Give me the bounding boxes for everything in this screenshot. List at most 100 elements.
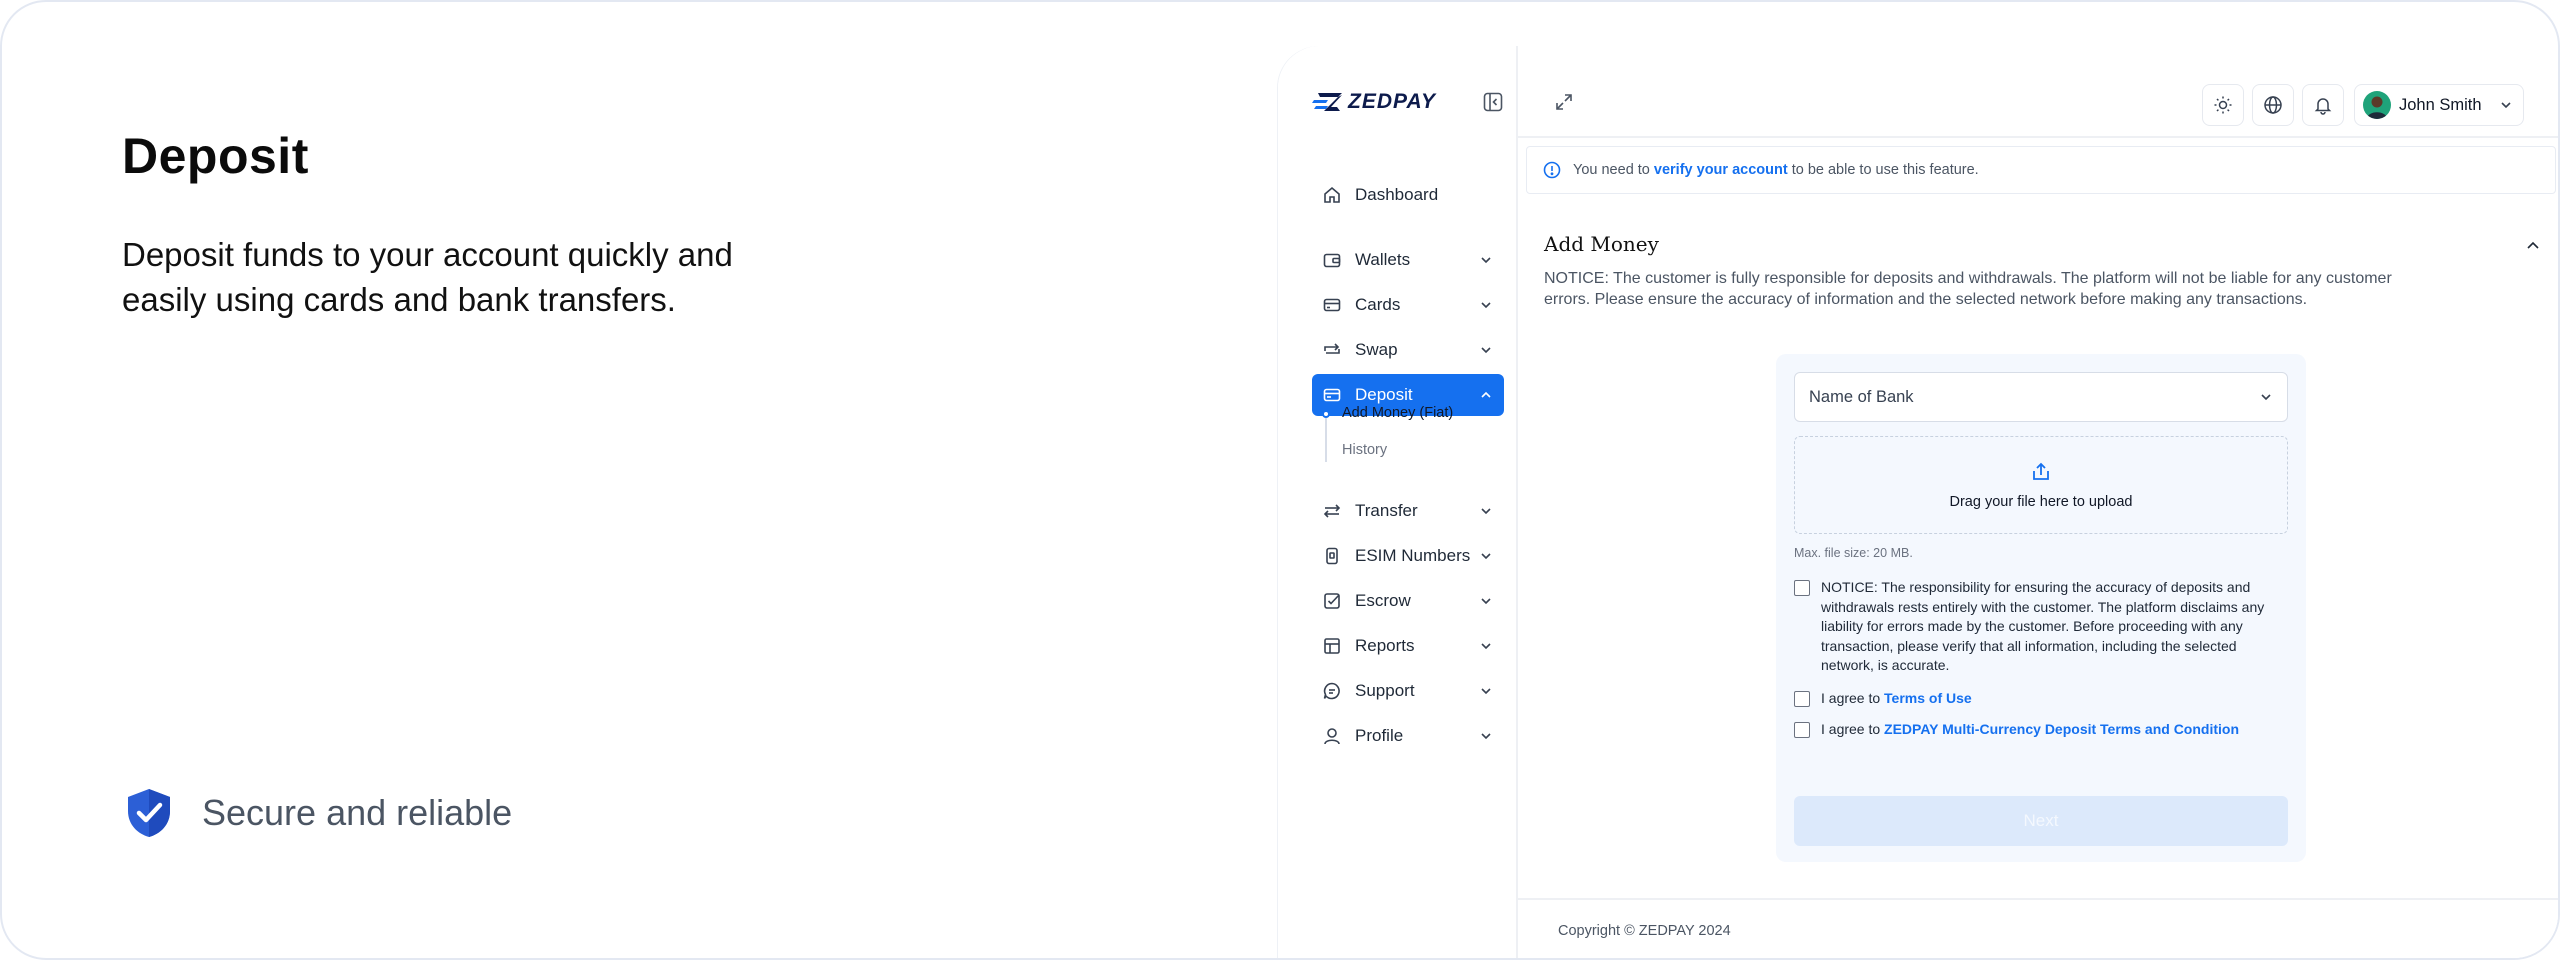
- submenu-add-money[interactable]: Add Money (Fiat): [1342, 405, 1453, 421]
- shield-check-icon: [128, 789, 170, 837]
- chevron-down-icon: [1481, 257, 1491, 264]
- deposit-terms-checkbox-label: I agree to ZEDPAY Multi-Currency Deposit…: [1821, 720, 2239, 740]
- file-dropzone[interactable]: Drag your file here to upload: [1794, 436, 2288, 534]
- sidebar-item-label: Swap: [1355, 340, 1398, 359]
- sidebar-item-escrow[interactable]: Escrow: [1312, 580, 1504, 622]
- promo-feature-label: Secure and reliable: [202, 792, 513, 833]
- logo[interactable]: ZEDPAY: [1312, 90, 1436, 114]
- chevron-down-icon: [1481, 688, 1491, 695]
- bell-icon: [2314, 98, 2332, 115]
- terms-checkbox-label: I agree to Terms of Use: [1821, 689, 1972, 709]
- theme-toggle-button[interactable]: [2202, 84, 2244, 126]
- main-content: John Smith You need to verify your accou…: [1518, 46, 2558, 958]
- promo-title: Deposit: [122, 128, 309, 184]
- submenu-line: [1325, 418, 1327, 462]
- agree-prefix: I agree to: [1821, 721, 1885, 737]
- sidebar-item-esim-numbers[interactable]: ESIM Numbers: [1312, 535, 1504, 577]
- section-title: Add Money: [1544, 232, 1659, 256]
- wallet-icon: [1323, 253, 1341, 268]
- swap-icon: [1324, 343, 1340, 354]
- footer: Copyright © ZEDPAY 2024: [1518, 898, 2558, 958]
- language-button[interactable]: [2252, 84, 2294, 126]
- terms-checkbox-row: I agree to Terms of Use: [1794, 689, 1972, 709]
- terms-checkbox[interactable]: [1794, 691, 1810, 707]
- promo-feature: Secure and reliable: [124, 787, 512, 839]
- sidebar-item-label: Deposit: [1355, 385, 1413, 404]
- verify-account-alert: You need to verify your account to be ab…: [1526, 146, 2556, 194]
- chevron-up-icon[interactable]: [2524, 237, 2542, 255]
- home-icon: [1324, 186, 1340, 203]
- deposit-terms-checkbox-row: I agree to ZEDPAY Multi-Currency Deposit…: [1794, 720, 2239, 740]
- sidebar-item-cards[interactable]: Cards: [1312, 284, 1504, 326]
- sidebar-item-label: Cards: [1355, 295, 1401, 314]
- transfer-icon: [1323, 504, 1341, 518]
- sidebar-item-label: ESIM Numbers: [1355, 546, 1471, 565]
- sidebar-item-wallets[interactable]: Wallets: [1312, 239, 1504, 281]
- escrow-icon: [1324, 593, 1340, 609]
- terms-of-use-link[interactable]: Terms of Use: [1884, 690, 1972, 706]
- sidebar-item-label: Support: [1355, 681, 1415, 700]
- user-name: John Smith: [2399, 95, 2482, 114]
- sidebar-item-dashboard[interactable]: Dashboard: [1312, 174, 1504, 216]
- chevron-down-icon: [1481, 733, 1491, 740]
- bank-select[interactable]: Name of Bank: [1794, 372, 2288, 422]
- reports-icon: [1324, 638, 1340, 654]
- sidebar-item-profile[interactable]: Profile: [1312, 715, 1504, 757]
- next-button[interactable]: Next: [1794, 796, 2288, 846]
- chevron-down-icon: [1481, 553, 1491, 560]
- add-money-form: Name of Bank Drag your file here to uplo…: [1776, 354, 2306, 862]
- globe-icon: [2264, 96, 2282, 114]
- profile-icon: [1324, 728, 1340, 745]
- upload-icon: [2033, 462, 2049, 480]
- sidebar-item-label: Profile: [1355, 726, 1404, 745]
- chevron-down-icon: [1481, 302, 1491, 309]
- verify-account-link[interactable]: verify your account: [1654, 162, 1788, 178]
- alert-suffix: to be able to use this feature.: [1787, 162, 1979, 178]
- notice-checkbox-label: NOTICE: The responsibility for ensuring …: [1821, 579, 2265, 673]
- chevron-down-icon: [2501, 102, 2511, 109]
- outer-frame: Deposit Deposit funds to your account qu…: [0, 0, 2560, 960]
- support-icon: [1323, 682, 1340, 700]
- sidebar-item-support[interactable]: Support: [1312, 670, 1504, 712]
- chevron-down-icon: [1481, 598, 1491, 605]
- sidebar-item-label: Transfer: [1355, 501, 1418, 520]
- notifications-button[interactable]: [2302, 84, 2344, 126]
- deposit-icon: [1323, 388, 1341, 402]
- expand-icon[interactable]: [1554, 92, 1574, 112]
- chevron-down-icon: [2261, 394, 2271, 401]
- submenu-active-dot: [1322, 410, 1330, 418]
- notice-checkbox-row: NOTICE: The responsibility for ensuring …: [1794, 578, 2288, 676]
- agree-prefix: I agree to: [1821, 690, 1885, 706]
- user-menu-button[interactable]: John Smith: [2354, 84, 2524, 126]
- sidebar-item-label: Escrow: [1355, 591, 1411, 610]
- alert-prefix: You need to: [1573, 162, 1654, 178]
- deposit-terms-link[interactable]: ZEDPAY Multi-Currency Deposit Terms and …: [1884, 721, 2239, 737]
- sidebar-item-transfer[interactable]: Transfer: [1312, 490, 1504, 532]
- sidebar-item-label: Reports: [1355, 636, 1415, 655]
- notice-checkbox[interactable]: [1794, 580, 1810, 596]
- topbar: John Smith: [1518, 46, 2558, 138]
- sun-icon: [2214, 96, 2232, 114]
- sidebar-collapse-icon[interactable]: [1482, 91, 1504, 113]
- app-window: ZEDPAY Dashboard Wallets Cards Swap Depo…: [1278, 46, 2558, 958]
- sidebar-item-label: Dashboard: [1355, 185, 1439, 204]
- chevron-up-icon: [1481, 391, 1491, 398]
- sidebar-item-reports[interactable]: Reports: [1312, 625, 1504, 667]
- promo-description: Deposit funds to your account quickly an…: [122, 236, 733, 318]
- esim-icon: [1326, 547, 1338, 565]
- copyright-text: Copyright © ZEDPAY 2024: [1558, 923, 1731, 939]
- avatar-person-icon: [2367, 96, 2387, 119]
- info-icon: [1543, 161, 1561, 179]
- deposit-notice: NOTICE: The customer is fully responsibl…: [1544, 270, 2392, 308]
- sidebar-item-swap[interactable]: Swap: [1312, 329, 1504, 371]
- chevron-down-icon: [1481, 508, 1491, 515]
- submenu-history[interactable]: History: [1342, 442, 1387, 458]
- sidebar: ZEDPAY Dashboard Wallets Cards Swap Depo…: [1278, 46, 1518, 958]
- bank-select-value: Name of Bank: [1809, 387, 1914, 406]
- max-file-size: Max. file size: 20 MB.: [1794, 546, 1913, 560]
- sidebar-item-label: Wallets: [1355, 250, 1411, 269]
- chevron-down-icon: [1481, 347, 1491, 354]
- zedpay-logo-mark-icon: [1312, 93, 1342, 111]
- chevron-down-icon: [1481, 643, 1491, 650]
- deposit-terms-checkbox[interactable]: [1794, 722, 1810, 738]
